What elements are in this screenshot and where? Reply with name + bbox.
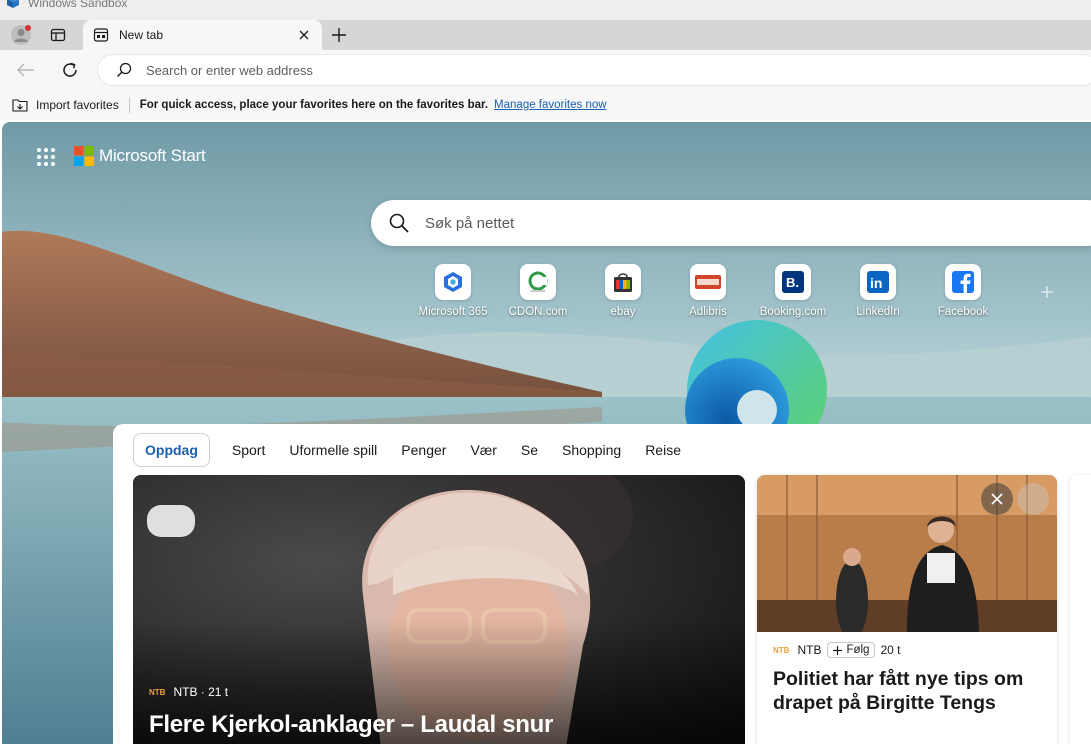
quicklink-label: ebay xyxy=(610,306,636,318)
search-icon xyxy=(389,213,409,233)
tab-new-tab[interactable]: New tab xyxy=(83,20,322,50)
new-tab-page-icon xyxy=(93,28,109,42)
windows-sandbox-icon xyxy=(7,0,19,8)
favorites-bar: Import favorites For quick access, place… xyxy=(0,90,1091,120)
favorites-hint: For quick access, place your favorites h… xyxy=(139,99,489,111)
news-feed: Oppdag Sport Uformelle spill Penger Vær … xyxy=(113,424,1091,744)
feed-tab-uformelle-spill[interactable]: Uformelle spill xyxy=(289,442,377,458)
refresh-button[interactable] xyxy=(56,56,84,84)
tab-actions-icon xyxy=(50,28,66,42)
booking-icon: B. xyxy=(775,264,811,300)
manage-favorites-link[interactable]: Manage favorites now xyxy=(494,99,607,111)
hero-source: NTB NTB · 21 t xyxy=(149,685,228,699)
import-favorites-button[interactable]: Import favorites xyxy=(12,98,119,112)
window-title: Windows Sandbox xyxy=(28,0,128,10)
app-grid-icon xyxy=(37,148,55,166)
feed-tab-sport[interactable]: Sport xyxy=(232,442,265,458)
refresh-icon xyxy=(63,62,77,77)
feed-tab-shopping[interactable]: Shopping xyxy=(562,442,621,458)
close-icon xyxy=(991,493,1003,505)
news-card-meta: NTB NTB Følg 20 t xyxy=(773,642,900,658)
quicklink-microsoft-365[interactable]: Microsoft 365 xyxy=(408,264,498,324)
feed-tab-vaer[interactable]: Vær xyxy=(470,442,496,458)
tab-actions-button[interactable] xyxy=(45,23,71,47)
quicklink-label: Adlibris xyxy=(689,306,727,318)
window-titlebar: Windows Sandbox xyxy=(0,0,1091,20)
ntb-logo: NTB xyxy=(149,687,166,697)
news-card-headline[interactable]: Politiet har fått nye tips om drapet på … xyxy=(773,667,1048,715)
feed-tabs: Oppdag Sport Uformelle spill Penger Vær … xyxy=(133,432,705,468)
microsoft-365-icon xyxy=(435,264,471,300)
apps-launcher-button[interactable] xyxy=(35,146,57,168)
dismiss-card-button[interactable] xyxy=(981,483,1013,515)
favorites-divider xyxy=(128,97,130,113)
tab-title: New tab xyxy=(119,28,164,42)
search-icon xyxy=(117,62,132,77)
linkedin-icon: in xyxy=(860,264,896,300)
quicklink-label: Microsoft 365 xyxy=(418,306,488,318)
card-more-options-button[interactable] xyxy=(1017,483,1049,515)
tab-strip: New tab xyxy=(0,20,1091,50)
microsoft-start-brand[interactable]: Microsoft Start xyxy=(99,146,206,166)
quicklink-label: Facebook xyxy=(937,306,989,318)
news-card[interactable]: NTB NTB Følg 20 t Politiet har fått nye … xyxy=(757,475,1057,744)
quicklink-label: LinkedIn xyxy=(856,306,900,318)
adlibris-icon xyxy=(690,264,726,300)
cdon-icon xyxy=(520,264,556,300)
new-tab-button[interactable] xyxy=(326,23,352,47)
web-search-box[interactable]: Søk på nettet xyxy=(371,200,1091,246)
feed-tab-oppdag[interactable]: Oppdag xyxy=(133,433,210,467)
facebook-icon xyxy=(945,264,981,300)
follow-button[interactable]: Følg xyxy=(827,642,876,658)
address-bar[interactable]: Search or enter web address xyxy=(98,55,1091,85)
import-favorites-icon xyxy=(12,99,28,112)
news-card-partial[interactable] xyxy=(1070,475,1091,744)
quicklink-linkedin[interactable]: in LinkedIn xyxy=(833,264,923,324)
quicklink-cdon[interactable]: CDON.com xyxy=(493,264,583,324)
follow-label: Følg xyxy=(846,644,870,656)
quicklink-label: CDON.com xyxy=(508,306,568,318)
hero-headline[interactable]: Flere Kjerkol-anklager – Laudal snur xyxy=(149,711,553,739)
quicklink-facebook[interactable]: Facebook xyxy=(918,264,1008,324)
close-tab-button[interactable] xyxy=(296,27,312,43)
import-favorites-label: Import favorites xyxy=(36,98,119,112)
plus-icon xyxy=(1041,286,1053,298)
web-search-placeholder: Søk på nettet xyxy=(425,214,515,232)
quicklink-ebay[interactable]: ebay xyxy=(578,264,668,324)
feed-tab-reise[interactable]: Reise xyxy=(645,442,681,458)
quicklink-booking[interactable]: B. Booking.com xyxy=(748,264,838,324)
microsoft-logo-icon xyxy=(74,146,94,166)
plus-icon xyxy=(332,28,346,42)
svg-text:in: in xyxy=(870,275,882,291)
hero-source-meta: NTB · 21 t xyxy=(173,685,229,699)
back-arrow-icon xyxy=(17,63,34,77)
hero-news-image xyxy=(133,475,745,744)
svg-text:B.: B. xyxy=(786,275,799,290)
profile-button[interactable] xyxy=(8,23,34,47)
feed-tab-se[interactable]: Se xyxy=(521,442,538,458)
quicklink-label: Booking.com xyxy=(759,306,827,318)
news-card-source: NTB xyxy=(797,643,822,657)
quicklink-adlibris[interactable]: Adlibris xyxy=(663,264,753,324)
profile-icon xyxy=(11,25,31,45)
add-shortcut-button[interactable] xyxy=(1037,282,1057,302)
ebay-icon xyxy=(605,264,641,300)
plus-icon xyxy=(833,645,843,655)
ntb-logo: NTB xyxy=(773,645,790,655)
close-icon xyxy=(299,30,309,40)
address-placeholder: Search or enter web address xyxy=(146,62,313,78)
navigation-toolbar: Search or enter web address xyxy=(0,50,1091,90)
news-card-time: 20 t xyxy=(880,643,901,657)
feed-tab-penger[interactable]: Penger xyxy=(401,442,446,458)
start-page: Microsoft Start Søk på nettet Microsoft … xyxy=(2,122,1091,744)
back-button[interactable] xyxy=(12,56,40,84)
hero-news-card[interactable]: NTB NTB · 21 t Flere Kjerkol-anklager – … xyxy=(133,475,745,744)
